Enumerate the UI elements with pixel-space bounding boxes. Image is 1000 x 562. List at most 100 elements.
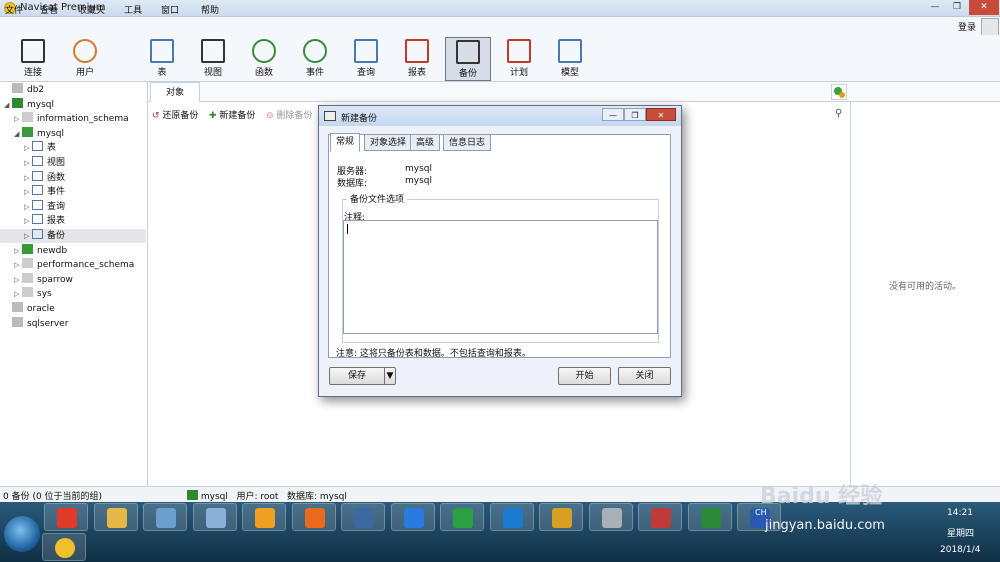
login-link[interactable]: 登录 <box>958 20 976 33</box>
comment-textarea[interactable] <box>343 220 658 334</box>
tree-item[interactable]: ▷ information_schema <box>14 112 129 126</box>
menu-favorites[interactable]: 收藏夹 <box>78 3 105 16</box>
tab-general[interactable]: 常规 <box>330 133 361 152</box>
menu-tools[interactable]: 工具 <box>124 3 142 16</box>
maximize-button[interactable]: ❐ <box>946 0 968 15</box>
collapsed-arrow-icon[interactable]: ▷ <box>24 229 32 243</box>
tree-item[interactable]: ▷ 函数 <box>24 170 66 185</box>
notepad-icon <box>205 508 226 528</box>
tab-message-log[interactable]: 信息日志 <box>443 134 492 151</box>
dialog-close-action-button[interactable]: 关闭 <box>618 367 671 385</box>
search-icon[interactable]: ⚲ <box>835 108 842 119</box>
delete-backup-button[interactable]: ⊖ 删除备份 <box>266 108 312 121</box>
menu-file[interactable]: 文件 <box>5 3 23 16</box>
clock-time[interactable]: 14:21 <box>947 508 973 518</box>
menu-window[interactable]: 窗口 <box>161 3 179 16</box>
taskbar-app[interactable] <box>242 503 286 531</box>
collapsed-arrow-icon[interactable]: ▷ <box>14 258 22 272</box>
tree-item[interactable]: oracle <box>4 302 55 316</box>
menu-view[interactable]: 查看 <box>40 3 58 16</box>
collapsed-arrow-icon[interactable]: ▷ <box>14 112 22 126</box>
toolbar-user-button[interactable]: 用户 <box>62 37 108 81</box>
toolbar-event-button[interactable]: 事件 <box>292 37 338 81</box>
start-button[interactable]: 开始 <box>558 367 611 385</box>
tree-item[interactable]: ▷ 表 <box>24 141 56 155</box>
toolbar-connection-button[interactable]: 连接 <box>10 37 56 81</box>
taskbar-app[interactable] <box>291 503 336 531</box>
tree-item[interactable]: ▷ performance_schema <box>14 258 134 272</box>
toolbar-model-button[interactable]: 模型 <box>547 37 593 81</box>
new-backup-button[interactable]: ✚ 新建备份 <box>209 108 255 121</box>
toolbar-report-button[interactable]: 报表 <box>394 37 440 81</box>
tree-item[interactable]: ◢ mysql <box>14 126 64 141</box>
taskbar-app[interactable] <box>687 503 732 531</box>
collapsed-arrow-icon[interactable]: ▷ <box>24 185 32 199</box>
avatar[interactable] <box>981 18 999 36</box>
collapsed-arrow-icon[interactable]: ▷ <box>24 200 32 214</box>
new-backup-label: 新建备份 <box>219 111 256 121</box>
tab-advanced[interactable]: 高级 <box>410 134 441 151</box>
start-button[interactable] <box>4 516 40 552</box>
toolbar-backup-button[interactable]: 备份 <box>445 37 491 81</box>
tree-item-label: 函数 <box>47 172 66 183</box>
save-button[interactable]: 保存 <box>329 367 385 385</box>
taskbar-app[interactable] <box>341 503 385 531</box>
taskbar-app[interactable] <box>489 503 534 531</box>
collapsed-arrow-icon[interactable]: ▷ <box>24 171 32 185</box>
tree-item-label: performance_schema <box>37 260 135 271</box>
taskbar-app[interactable] <box>390 503 435 531</box>
tree-item[interactable]: ▷ newdb <box>14 243 67 258</box>
collapsed-arrow-icon[interactable]: ▷ <box>24 214 32 228</box>
taskbar-app[interactable] <box>192 503 237 531</box>
toolbar-function-button[interactable]: 函数 <box>241 37 287 81</box>
clock-day: 星期四 <box>947 529 975 539</box>
db-icon <box>22 272 33 283</box>
save-dropdown-icon[interactable]: ▼ <box>384 367 396 385</box>
collapsed-arrow-icon[interactable]: ▷ <box>14 273 22 287</box>
tree-item[interactable]: ▷ 报表 <box>24 214 65 228</box>
tree-item[interactable]: sqlserver <box>4 316 68 331</box>
function-icon <box>252 39 276 63</box>
restore-backup-button[interactable]: ↺ 还原备份 <box>152 108 198 121</box>
toolbar-schedule-button[interactable]: 计划 <box>496 37 542 81</box>
query-icon <box>354 39 378 63</box>
collapsed-arrow-icon[interactable]: ▷ <box>24 141 32 155</box>
add-tab-icon[interactable] <box>831 84 847 100</box>
taskbar-app[interactable] <box>440 503 484 531</box>
collapsed-arrow-icon[interactable]: ▷ <box>14 287 22 301</box>
taskbar-app[interactable] <box>143 503 187 531</box>
toolbar-table-button[interactable]: 表 <box>139 37 185 81</box>
pen-icon <box>403 508 424 528</box>
tree-item[interactable]: ▷ 事件 <box>24 185 65 199</box>
taskbar-app[interactable] <box>44 503 88 531</box>
report-icon <box>405 39 429 63</box>
collapsed-arrow-icon[interactable]: ▷ <box>14 244 22 258</box>
close-button[interactable]: ✕ <box>969 0 999 15</box>
minimize-button[interactable]: — <box>924 0 946 15</box>
tree-item[interactable]: ▷ sparrow <box>14 272 73 287</box>
tree-item[interactable]: ◢ mysql <box>4 97 54 112</box>
tree-item[interactable]: ▷ sys <box>14 287 52 301</box>
tab-objects[interactable]: 对象 <box>150 82 200 102</box>
dialog-maximize-button[interactable]: ❐ <box>624 108 646 121</box>
dialog-minimize-button[interactable]: — <box>602 108 624 121</box>
toolbar-view-button[interactable]: 视图 <box>190 37 236 81</box>
tab-object-selection[interactable]: 对象选择 <box>364 134 413 151</box>
toolbar-query-button[interactable]: 查询 <box>343 37 389 81</box>
expanded-arrow-icon[interactable]: ◢ <box>4 98 12 112</box>
taskbar-app[interactable] <box>638 503 682 531</box>
menu-help[interactable]: 帮助 <box>201 3 219 16</box>
report-icon <box>32 214 43 225</box>
tree-item[interactable]: ▷ 视图 <box>24 156 65 170</box>
taskbar-app[interactable] <box>539 503 583 531</box>
taskbar-app[interactable] <box>588 503 633 531</box>
dialog-close-button[interactable]: ✕ <box>646 108 676 121</box>
collapsed-arrow-icon[interactable]: ▷ <box>24 156 32 170</box>
tree-item[interactable]: db2 <box>4 83 44 97</box>
tree-item[interactable]: ▷ 查询 <box>24 199 65 214</box>
taskbar-app[interactable] <box>93 503 138 531</box>
expanded-arrow-icon[interactable]: ◢ <box>14 127 22 141</box>
table-icon <box>150 39 174 63</box>
tree-item[interactable]: ▷ 备份 <box>0 229 146 243</box>
taskbar-navicat[interactable] <box>42 533 86 561</box>
